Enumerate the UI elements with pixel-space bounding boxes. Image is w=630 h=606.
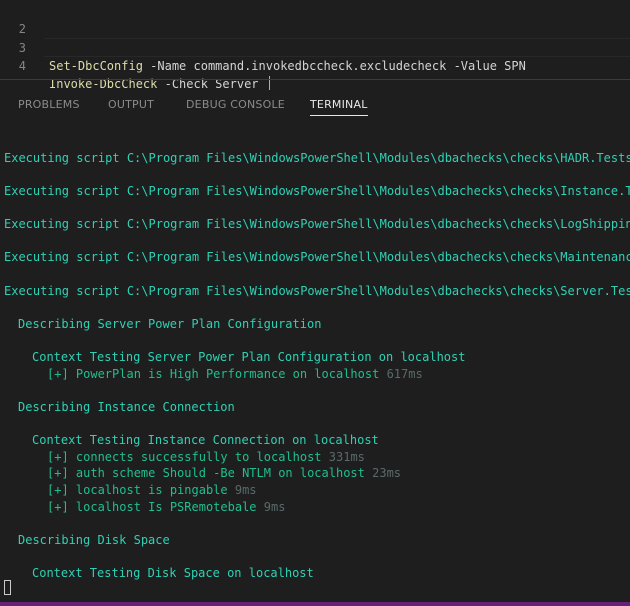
tab-problems[interactable]: PROBLEMS: [18, 98, 80, 111]
test-result-text: [+] auth scheme Should -Be NTLM on local…: [47, 466, 365, 480]
terminal-line: Executing script C:\Program Files\Window…: [4, 250, 630, 264]
test-result-text: [+] PowerPlan is High Performance on loc…: [47, 367, 380, 381]
test-duration: 9ms: [263, 500, 286, 514]
test-result-text: [+] localhost is pingable: [47, 483, 228, 497]
terminal-line: [+] localhost Is PSRemotebale 9ms: [47, 499, 285, 516]
terminal-output[interactable]: Executing script C:\Program Files\Window…: [0, 128, 630, 602]
terminal-line: Describing Server Power Plan Configurati…: [18, 317, 322, 331]
terminal-line: [+] PowerPlan is High Performance on loc…: [47, 366, 423, 383]
terminal-line: Executing script C:\Program Files\Window…: [4, 151, 630, 165]
test-duration: 617ms: [386, 367, 423, 381]
terminal-line: Context Testing Instance Connection on l…: [32, 433, 379, 447]
editor-line[interactable]: 3 Set-DbcConfig -Name command.invokedbcc…: [0, 21, 630, 73]
code-text: Set-DbcConfig -Name command.invokedbcche…: [49, 57, 526, 75]
panel-tab-bar: PROBLEMS OUTPUT DEBUG CONSOLE TERMINAL: [0, 80, 630, 128]
terminal-cursor: [4, 580, 11, 595]
terminal-line: Context Testing Server Power Plan Config…: [32, 350, 466, 364]
test-duration: 331ms: [328, 450, 365, 464]
terminal-line: [+] localhost is pingable 9ms: [47, 482, 257, 499]
terminal-line: [+] auth scheme Should -Be NTLM on local…: [47, 465, 401, 482]
test-duration: 9ms: [234, 483, 257, 497]
terminal-line: [+] connects successfully to localhost 3…: [47, 449, 365, 466]
tab-terminal[interactable]: TERMINAL: [310, 98, 368, 116]
terminal-line: Context Testing Disk Space on localhost: [32, 566, 314, 580]
tab-debug-console[interactable]: DEBUG CONSOLE: [186, 98, 285, 111]
terminal-line: Executing script C:\Program Files\Window…: [4, 217, 630, 231]
tab-output[interactable]: OUTPUT: [108, 98, 154, 111]
cmdlet-token: Set-DbcConfig: [49, 59, 143, 73]
editor-line[interactable]: 2: [0, 2, 630, 36]
test-result-text: [+] connects successfully to localhost: [47, 450, 322, 464]
terminal-line: Executing script C:\Program Files\Window…: [4, 284, 630, 298]
terminal-line: Describing Instance Connection: [18, 400, 235, 414]
editor-line[interactable]: 4 Invoke-DbcCheck -Check Server: [0, 39, 630, 91]
terminal-line: Executing script C:\Program Files\Window…: [4, 184, 630, 198]
test-duration: 23ms: [372, 466, 402, 480]
terminal-line: Describing Disk Space: [18, 533, 170, 547]
status-bar: [0, 602, 630, 606]
argument-token: -Name command.invokedbccheck.excludechec…: [142, 59, 526, 73]
vscode-window: 2 3 Set-DbcConfig -Name command.invokedb…: [0, 0, 630, 606]
code-editor[interactable]: 2 3 Set-DbcConfig -Name command.invokedb…: [0, 0, 630, 91]
test-result-text: [+] localhost Is PSRemotebale: [47, 500, 257, 514]
line-number: 4: [18, 59, 26, 73]
